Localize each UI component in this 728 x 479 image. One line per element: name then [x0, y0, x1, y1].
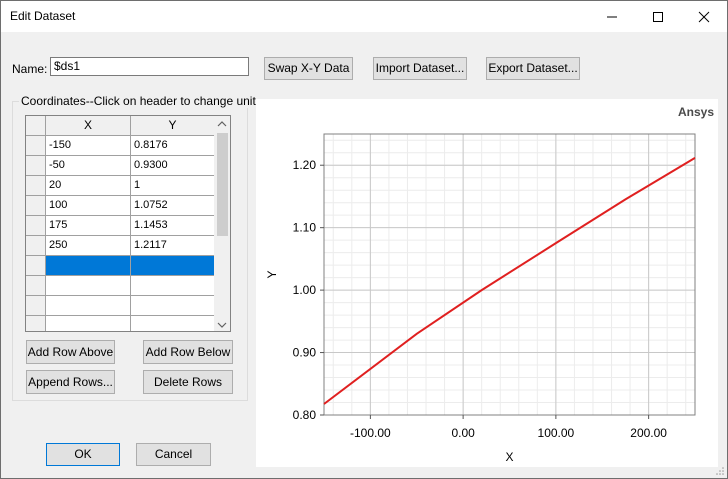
- cell-y[interactable]: 0.9300: [131, 156, 215, 176]
- cell-y[interactable]: [131, 256, 215, 276]
- window-title: Edit Dataset: [10, 9, 76, 23]
- scroll-up-icon: [217, 121, 227, 127]
- row-header[interactable]: [26, 296, 46, 316]
- export-dataset-button[interactable]: Export Dataset...: [486, 57, 580, 80]
- dataset-chart: -100.00 0.00 100.00 200.00 0.80 0.90 1.00 1.10 1…: [265, 133, 696, 464]
- row-header[interactable]: [26, 156, 46, 176]
- close-button[interactable]: [681, 1, 727, 32]
- column-header-y[interactable]: Y: [131, 116, 215, 136]
- name-input[interactable]: [50, 57, 249, 76]
- plot-panel: -100.00 0.00 100.00 200.00 0.80 0.90 1.00 1.10 1…: [256, 99, 718, 467]
- x-tick-label: 100.00: [538, 426, 575, 440]
- row-header[interactable]: [26, 196, 46, 216]
- title-bar: Edit Dataset: [1, 1, 727, 32]
- row-header[interactable]: [26, 176, 46, 196]
- close-icon: [698, 11, 710, 23]
- cell-x[interactable]: 250: [46, 236, 131, 256]
- cell-x[interactable]: [46, 316, 131, 331]
- cell-y[interactable]: [131, 316, 215, 331]
- resize-grip-icon[interactable]: [715, 466, 725, 476]
- ok-button[interactable]: OK: [46, 443, 120, 466]
- maximize-icon: [653, 12, 663, 22]
- cell-y[interactable]: 1.0752: [131, 196, 215, 216]
- x-tick-label: -100.00: [350, 426, 391, 440]
- x-axis-label: X: [505, 450, 513, 464]
- add-row-above-button[interactable]: Add Row Above: [26, 340, 115, 364]
- x-tick-label: 0.00: [451, 426, 475, 440]
- minimize-icon: [607, 16, 617, 18]
- y-tick-label: 1.00: [293, 283, 317, 297]
- row-header[interactable]: [26, 136, 46, 156]
- add-row-below-button[interactable]: Add Row Below: [143, 340, 233, 364]
- name-label: Name:: [12, 62, 48, 76]
- series-line: [323, 157, 696, 405]
- cell-x[interactable]: [46, 256, 131, 276]
- ansys-logo: Ansys: [677, 105, 714, 119]
- row-header[interactable]: [26, 256, 46, 276]
- plot-frame: [323, 133, 696, 416]
- coordinates-table[interactable]: X Y -150 0.8176 -50 0.9300 20 1 100 1.0752 175 1.14…: [25, 115, 231, 332]
- column-header-x[interactable]: X: [46, 116, 131, 136]
- cancel-button[interactable]: Cancel: [136, 443, 211, 466]
- y-tick-label: 1.10: [293, 221, 317, 235]
- minimize-button[interactable]: [589, 1, 635, 32]
- row-header[interactable]: [26, 236, 46, 256]
- cell-x[interactable]: 100: [46, 196, 131, 216]
- corner-header[interactable]: [26, 116, 46, 136]
- cell-x[interactable]: [46, 276, 131, 296]
- scrollbar-thumb[interactable]: [217, 133, 228, 236]
- swap-xy-button[interactable]: Swap X-Y Data: [264, 57, 353, 80]
- cell-y[interactable]: 0.8176: [131, 136, 215, 156]
- import-dataset-button[interactable]: Import Dataset...: [373, 57, 467, 80]
- cell-x[interactable]: 20: [46, 176, 131, 196]
- cell-y[interactable]: 1: [131, 176, 215, 196]
- cell-y[interactable]: 1.1453: [131, 216, 215, 236]
- coordinates-group-label: Coordinates--Click on header to change u…: [19, 94, 258, 108]
- y-tick-label: 0.90: [293, 346, 317, 360]
- cell-x[interactable]: [46, 296, 131, 316]
- y-tick-label: 1.20: [293, 158, 317, 172]
- y-axis-label: Y: [265, 270, 279, 278]
- row-header[interactable]: [26, 276, 46, 296]
- y-tick-label: 0.80: [293, 408, 317, 422]
- x-tick-label: 200.00: [630, 426, 667, 440]
- cell-x[interactable]: -150: [46, 136, 131, 156]
- cell-y[interactable]: [131, 276, 215, 296]
- scroll-down-icon: [217, 322, 227, 328]
- row-header[interactable]: [26, 216, 46, 236]
- row-header[interactable]: [26, 316, 46, 331]
- cell-x[interactable]: -50: [46, 156, 131, 176]
- cell-y[interactable]: 1.2117: [131, 236, 215, 256]
- cell-x[interactable]: 175: [46, 216, 131, 236]
- maximize-button[interactable]: [635, 1, 681, 32]
- delete-rows-button[interactable]: Delete Rows: [143, 370, 233, 394]
- append-rows-button[interactable]: Append Rows...: [26, 370, 115, 394]
- cell-y[interactable]: [131, 296, 215, 316]
